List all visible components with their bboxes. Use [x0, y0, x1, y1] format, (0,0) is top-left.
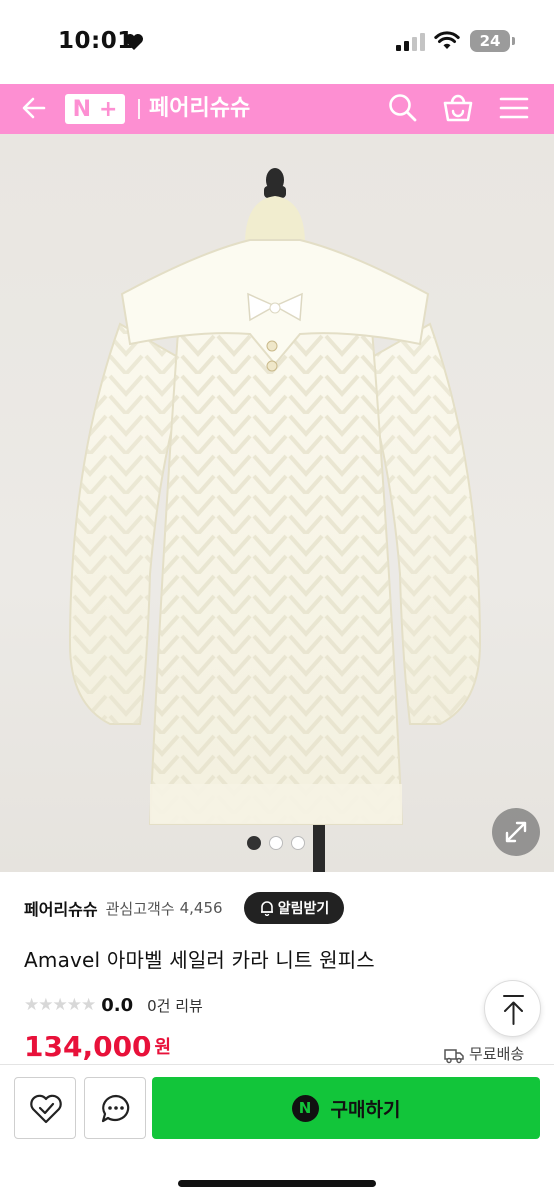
badge-n: N: [72, 96, 91, 122]
expand-image-button[interactable]: [492, 808, 540, 856]
shipping-label: 무료배송: [469, 1045, 525, 1063]
status-bar: 10:01 24: [0, 0, 554, 84]
star-rating-icon: ★★★★★: [24, 995, 96, 1015]
price-row: 134,000 원: [24, 1036, 171, 1066]
home-indicator: [178, 1180, 376, 1187]
alarm-button[interactable]: 알림받기: [244, 892, 344, 924]
bell-plus-icon: [260, 901, 273, 916]
shipping-info: 무료배송: [444, 1043, 524, 1065]
alarm-label: 알림받기: [277, 901, 330, 917]
buy-label: 구매하기: [330, 1098, 401, 1121]
shop-name[interactable]: 페어리슈슈: [24, 896, 98, 920]
cellular-signal-icon: [396, 33, 425, 51]
gallery-dot-1[interactable]: [247, 836, 261, 850]
gallery-dot-2[interactable]: [269, 836, 283, 850]
header-divider: [138, 99, 140, 119]
battery-tip: [512, 37, 515, 45]
gallery-dot-3[interactable]: [291, 836, 305, 850]
bottom-action-bar: N 구매하기: [0, 1064, 554, 1200]
naver-plus-badge[interactable]: N +: [65, 94, 125, 124]
fav-count: 4,456: [179, 899, 223, 917]
fav-label: 관심고객수: [105, 899, 175, 918]
npay-icon: N: [291, 1094, 319, 1122]
badge-plus: +: [98, 96, 118, 122]
arrow-up-icon: [503, 995, 524, 1025]
top-header: N + 페어리슈슈: [0, 84, 554, 134]
buy-button[interactable]: N 구매하기: [152, 1077, 540, 1139]
chat-bubble-icon: [101, 1094, 130, 1123]
wifi-icon: [434, 31, 460, 49]
review-count-link[interactable]: 0건 리뷰: [147, 995, 203, 1016]
price-value: 134,000: [24, 1036, 152, 1063]
rating-value: 0.0: [101, 994, 134, 1016]
talk-talk-button[interactable]: [84, 1077, 146, 1139]
heart-check-icon: [30, 1094, 62, 1124]
scroll-to-top-button[interactable]: [484, 980, 541, 1037]
battery-indicator: 24: [470, 30, 510, 52]
back-arrow-icon[interactable]: [18, 92, 50, 124]
wishlist-button[interactable]: [14, 1077, 76, 1139]
heart-icon: [125, 34, 143, 50]
price-currency: 원: [154, 1037, 172, 1058]
product-photo: [68, 168, 482, 872]
shopping-bag-icon[interactable]: [441, 90, 475, 124]
hamburger-menu-icon[interactable]: [498, 92, 530, 124]
rating-row: ★★★★★ 0.0 0건 리뷰: [24, 992, 203, 1018]
status-time: 10:01: [58, 28, 134, 54]
product-title: Amavel 아마벨 세일러 카라 니트 원피스: [24, 948, 375, 972]
delivery-truck-icon: [444, 1049, 464, 1064]
search-icon[interactable]: [386, 91, 418, 123]
expand-icon: [505, 821, 527, 843]
shop-info-row: 페어리슈슈 관심고객수 4,456: [24, 893, 223, 923]
gallery-pagination: [247, 836, 305, 850]
store-name-link[interactable]: 페어리슈슈: [149, 94, 250, 124]
product-image-gallery[interactable]: [0, 134, 554, 872]
